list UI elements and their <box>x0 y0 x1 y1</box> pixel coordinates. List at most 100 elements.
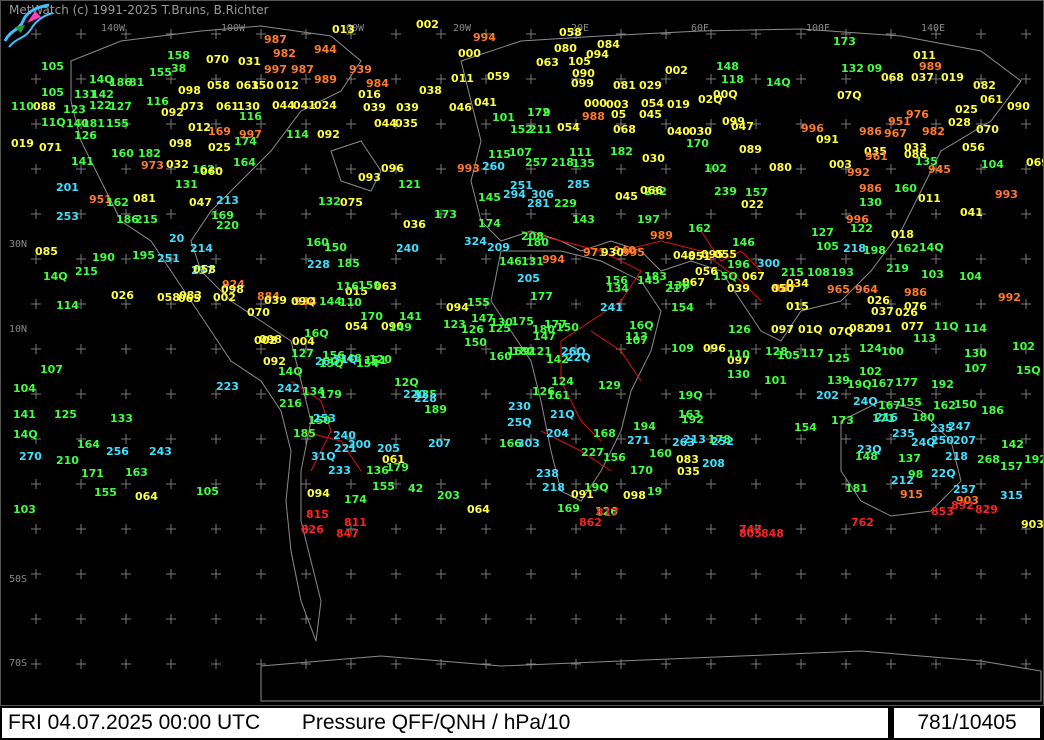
grid-cross <box>436 569 446 579</box>
grid-cross <box>796 614 806 624</box>
station-value: 182 <box>610 145 633 158</box>
station-value: 173 <box>434 208 457 221</box>
station-value: 114 <box>56 299 79 312</box>
station-value: 164 <box>77 438 100 451</box>
station-value: 982 <box>922 125 945 138</box>
station-value: 117 <box>801 347 824 360</box>
grid-cross <box>481 119 491 129</box>
station-value: 00Q <box>713 88 738 101</box>
grid-cross <box>571 389 581 399</box>
grid-cross <box>661 209 671 219</box>
latitude-label: 30N <box>9 239 28 250</box>
grid-cross <box>211 614 221 624</box>
station-value: 045 <box>615 190 638 203</box>
station-value: 211 <box>529 123 552 136</box>
station-value: 114 <box>286 128 309 141</box>
grid-cross <box>76 479 86 489</box>
grid-cross <box>436 119 446 129</box>
station-value: 219 <box>886 262 909 275</box>
station-value: 058 <box>559 26 582 39</box>
station-value: 156 <box>603 451 626 464</box>
grid-cross <box>796 659 806 669</box>
grid-cross <box>121 164 131 174</box>
grid-cross <box>31 524 41 534</box>
station-value: 14Q <box>919 241 944 254</box>
station-value: 095 <box>701 248 724 261</box>
station-value: 218 <box>542 481 565 494</box>
station-value: 044 <box>272 99 295 112</box>
station-value: 14Q <box>43 270 68 283</box>
grid-cross <box>526 479 536 489</box>
longitude-label: 20W <box>453 23 472 34</box>
station-value: 14Q <box>278 365 303 378</box>
station-value: 049 <box>673 249 696 262</box>
station-value: 38 <box>171 62 187 75</box>
longitude-label: 60E <box>691 23 710 34</box>
station-value: 993 <box>457 162 480 175</box>
station-value: 155 <box>467 296 490 309</box>
station-value: 189 <box>424 403 447 416</box>
station-value: 091 <box>571 488 594 501</box>
station-value: 015 <box>786 300 809 313</box>
station-value: 122 <box>850 222 873 235</box>
status-bar: FRI 04.07.2025 00:00 UTC Pressure QFF/QN… <box>0 706 1044 740</box>
grid-cross <box>616 524 626 534</box>
station-value: 002 <box>416 18 439 31</box>
grid-cross <box>796 479 806 489</box>
station-value: 19Q <box>678 389 703 402</box>
grid-cross <box>841 569 851 579</box>
station-value: 01Q <box>798 323 823 336</box>
station-value: 094 <box>307 487 330 500</box>
station-value: 148 <box>716 60 739 73</box>
grid-cross <box>166 209 176 219</box>
station-value: 105 <box>568 55 591 68</box>
grid-cross <box>1021 29 1031 39</box>
station-value: 000 <box>458 47 481 60</box>
grid-cross <box>31 119 41 129</box>
station-value: 967 <box>884 127 907 140</box>
station-value: 105 <box>41 60 64 73</box>
station-value: 104 <box>981 158 1004 171</box>
pressure-map[interactable]: MetWatch (c) 1991-2025 T.Bruns, B.Richte… <box>0 0 1044 706</box>
grid-cross <box>661 569 671 579</box>
station-value: 174 <box>344 493 367 506</box>
grid-cross <box>886 524 896 534</box>
station-value: 829 <box>975 503 998 516</box>
station-value: 168 <box>593 427 616 440</box>
station-value: 123 <box>63 103 86 116</box>
station-value: 131 <box>521 255 544 268</box>
station-value: 987 <box>264 33 287 46</box>
grid-cross <box>931 209 941 219</box>
station-value: 125 <box>54 408 77 421</box>
grid-cross <box>751 29 761 39</box>
station-value: 164 <box>233 156 256 169</box>
station-value: 177 <box>530 290 553 303</box>
station-value: 154 <box>794 421 817 434</box>
station-value: 19Q <box>847 378 872 391</box>
station-value: 127 <box>109 100 132 113</box>
station-value: 247 <box>948 420 971 433</box>
grid-cross <box>211 434 221 444</box>
grid-cross <box>436 299 446 309</box>
station-value: 132 <box>841 62 864 75</box>
grid-cross <box>166 524 176 534</box>
grid-cross <box>211 344 221 354</box>
station-value: 124 <box>859 342 882 355</box>
station-value: 108 <box>807 266 830 279</box>
grid-cross <box>1021 479 1031 489</box>
grid-cross <box>76 659 86 669</box>
grid-cross <box>976 254 986 264</box>
station-value: 11Q <box>41 116 66 129</box>
station-value: 07Q <box>837 89 862 102</box>
station-value: 056 <box>695 265 718 278</box>
station-value: 157 <box>745 186 768 199</box>
station-value: 030 <box>689 125 712 138</box>
station-value: 135 <box>572 157 595 170</box>
grid-cross <box>976 569 986 579</box>
status-count: 781/10405 <box>894 708 1040 738</box>
grid-cross <box>796 389 806 399</box>
grid-cross <box>166 434 176 444</box>
station-value: 988 <box>582 110 605 123</box>
station-value: 180 <box>526 236 549 249</box>
grid-cross <box>706 209 716 219</box>
